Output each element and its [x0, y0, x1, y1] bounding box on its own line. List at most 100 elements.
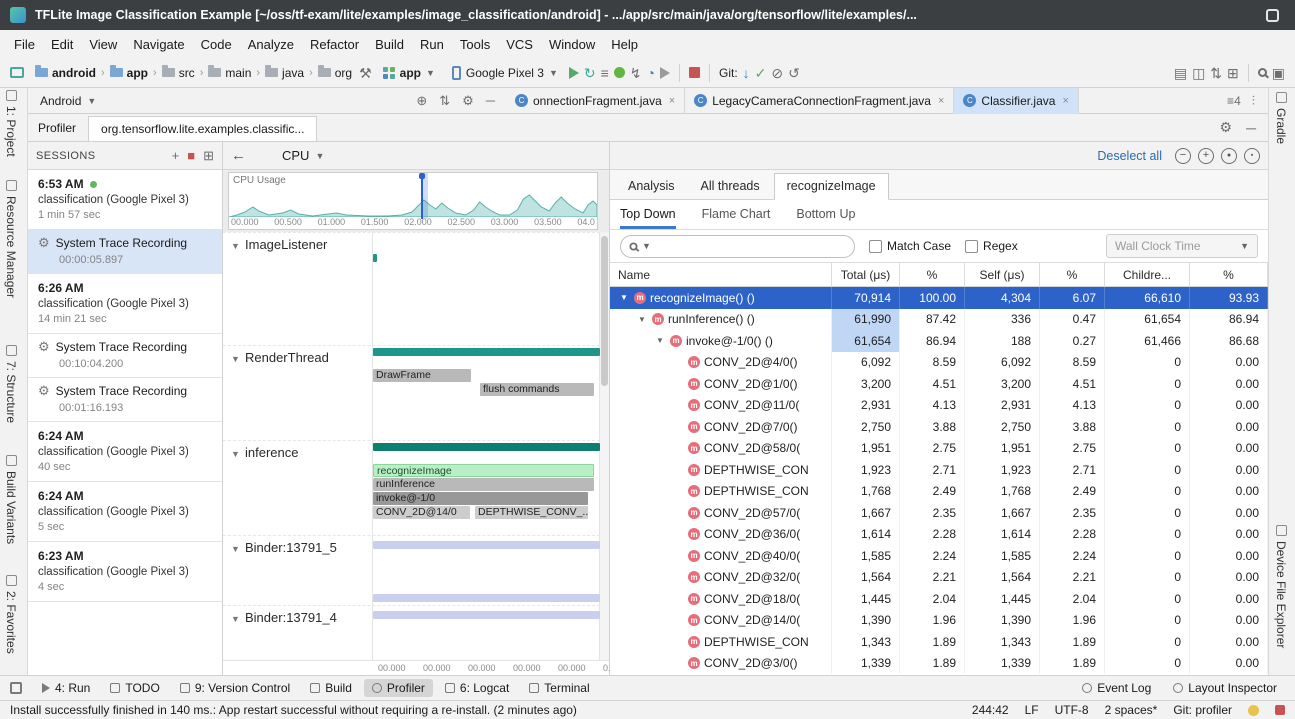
tool-window-switcher-icon[interactable]	[10, 682, 22, 694]
table-row[interactable]: mDEPTHWISE_CON1,3431.891,3431.8900.00	[610, 631, 1268, 653]
breadcrumb-app[interactable]: app	[108, 66, 150, 80]
match-case-checkbox[interactable]: Match Case	[869, 239, 951, 253]
trace-span[interactable]: DEPTHWISE_CONV_...	[475, 506, 588, 519]
selection-range[interactable]	[423, 173, 428, 219]
breadcrumb-src[interactable]: src	[160, 66, 197, 80]
project-view-selector[interactable]: Android	[40, 94, 81, 108]
layout-inspector-icon[interactable]: ◫	[1192, 66, 1205, 80]
toolwindow-6-logcat[interactable]: 6: Logcat	[437, 679, 517, 697]
menu-file[interactable]: File	[6, 33, 43, 56]
apply-changes-icon[interactable]: ↻	[584, 66, 596, 80]
git-branch[interactable]: Git: profiler	[1173, 703, 1232, 717]
device-dropdown[interactable]: Google Pixel 3 ▼	[446, 64, 564, 82]
column-header[interactable]: Name	[610, 263, 832, 286]
profiler-session-tab[interactable]: org.tensorflow.lite.examples.classific..…	[88, 116, 317, 141]
device-manager-icon[interactable]: ⇅	[1210, 66, 1222, 80]
git-update-icon[interactable]: ↓	[743, 66, 750, 80]
run-configuration-dropdown[interactable]: app ▼	[377, 64, 441, 82]
tab-recognizeimage[interactable]: recognizeImage	[774, 173, 889, 200]
cpu-usage-chart[interactable]: CPU Usage 00.00000.50001.00001.50002.000…	[228, 172, 598, 230]
scrollbar-thumb[interactable]	[601, 236, 608, 386]
stop-recording-icon[interactable]: ■	[187, 148, 195, 163]
breadcrumb-java[interactable]: java	[263, 66, 306, 80]
expander-icon[interactable]: ▼	[654, 336, 666, 345]
table-row[interactable]: ▼minvoke@-1/0() ()61,65486.941880.2761,4…	[610, 330, 1268, 352]
build-hammer-icon[interactable]: ⚒	[359, 66, 372, 80]
attach-debugger-icon[interactable]: ≡	[601, 66, 609, 80]
trace-span[interactable]: recognizeImage	[373, 464, 594, 477]
trace-span[interactable]: invoke@-1/0	[373, 492, 588, 505]
subtab-bottom-up[interactable]: Bottom Up	[796, 200, 855, 229]
reset-zoom-icon[interactable]: ●	[1221, 148, 1237, 164]
debug-button[interactable]	[614, 67, 625, 78]
clock-mode-dropdown[interactable]: Wall Clock Time ▼	[1106, 234, 1258, 258]
line-separator[interactable]: LF	[1025, 703, 1039, 717]
git-push-icon[interactable]: ⊘	[771, 66, 783, 80]
sdk-manager-icon[interactable]: ⊞	[1227, 66, 1239, 80]
table-row[interactable]: mCONV_2D@40/0(1,5852.241,5852.2400.00	[610, 545, 1268, 567]
column-header[interactable]: %	[1190, 263, 1268, 286]
table-row[interactable]: mCONV_2D@36/0(1,6142.281,6142.2800.00	[610, 524, 1268, 546]
menu-build[interactable]: Build	[367, 33, 412, 56]
thread-row[interactable]: ▼Binder:13791_5	[223, 535, 600, 605]
trace-span[interactable]: flush commands	[480, 383, 594, 396]
indent-setting[interactable]: 2 spaces*	[1105, 703, 1158, 717]
session-item[interactable]: 6:24 AMclassification (Google Pixel 3)40…	[28, 422, 222, 482]
search-everywhere-icon[interactable]	[1258, 68, 1267, 77]
table-row[interactable]: ▼mrunInference() ()61,99087.423360.4761,…	[610, 309, 1268, 331]
apply-code-changes-icon[interactable]: ↯	[630, 66, 642, 80]
status-message[interactable]: Install successfully finished in 140 ms.…	[10, 703, 577, 717]
column-header[interactable]: %	[1040, 263, 1105, 286]
subtab-flame-chart[interactable]: Flame Chart	[702, 200, 771, 229]
toolwindow-build[interactable]: Build	[302, 679, 360, 697]
tool-stripe-gradle[interactable]: Gradle	[1274, 92, 1288, 144]
hidden-tabs-icon[interactable]: ≡4	[1227, 94, 1241, 108]
recording-item[interactable]: ⚙System Trace Recording00:10:04.200	[28, 334, 222, 378]
session-item[interactable]: 6:26 AMclassification (Google Pixel 3)14…	[28, 274, 222, 334]
editor-tab[interactable]: ConnectionFragment.java×	[506, 88, 685, 114]
close-tab-icon[interactable]: ×	[1060, 95, 1068, 107]
breadcrumb-main[interactable]: main	[206, 66, 253, 80]
profile-button[interactable]: ◔	[647, 66, 655, 80]
column-header[interactable]: %	[900, 263, 965, 286]
collapse-icon[interactable]: ▼	[231, 544, 240, 554]
start-session-icon[interactable]: +	[172, 148, 180, 163]
tool-stripe-device-file-explorer[interactable]: Device File Explorer	[1274, 525, 1288, 648]
git-commit-icon[interactable]: ✓	[755, 66, 767, 80]
trace-span[interactable]	[373, 611, 600, 619]
stop-button[interactable]	[689, 67, 700, 78]
tool-stripe-2-favorites[interactable]: 2: Favorites	[4, 575, 18, 654]
thread-row[interactable]: ▼inferencerecognizeImagerunInferenceinvo…	[223, 440, 600, 535]
trace-span[interactable]: CONV_2D@14/0	[373, 506, 470, 519]
close-tab-icon[interactable]: ×	[667, 95, 675, 107]
table-row[interactable]: mDEPTHWISE_CON1,7682.491,7682.4900.00	[610, 481, 1268, 503]
collapse-icon[interactable]: ▼	[231, 614, 240, 624]
search-box[interactable]: ▼	[620, 235, 855, 258]
menu-refactor[interactable]: Refactor	[302, 33, 367, 56]
menu-view[interactable]: View	[81, 33, 125, 56]
toolwindow-9-version-control[interactable]: 9: Version Control	[172, 679, 298, 697]
session-item[interactable]: 6:23 AMclassification (Google Pixel 3)4 …	[28, 542, 222, 602]
session-item[interactable]: 6:24 AMclassification (Google Pixel 3)5 …	[28, 482, 222, 542]
editor-options-icon[interactable]: ⫶	[1249, 93, 1258, 109]
column-header[interactable]: Total (μs)	[832, 263, 900, 286]
table-row[interactable]: mCONV_2D@7/0()2,7503.882,7503.8800.00	[610, 416, 1268, 438]
error-indicator-icon[interactable]	[1275, 705, 1285, 715]
gear-icon[interactable]: ⚙	[459, 93, 477, 109]
table-row[interactable]: mCONV_2D@14/0(1,3901.961,3901.9600.00	[610, 610, 1268, 632]
expander-icon[interactable]: ▼	[636, 315, 648, 324]
tool-stripe-7-structure[interactable]: 7: Structure	[4, 345, 18, 423]
window-maximize-button[interactable]	[1266, 9, 1279, 22]
tool-stripe-1-project[interactable]: 1: Project	[4, 90, 18, 157]
recording-item[interactable]: ⚙System Trace Recording00:00:05.897	[28, 230, 222, 274]
menu-window[interactable]: Window	[541, 33, 603, 56]
table-row[interactable]: mCONV_2D@11/0(2,9314.132,9314.1300.00	[610, 395, 1268, 417]
close-tab-icon[interactable]: ×	[936, 95, 944, 107]
toolwindow-4-run[interactable]: 4: Run	[34, 679, 98, 697]
expander-icon[interactable]: ▼	[618, 293, 630, 302]
regex-checkbox[interactable]: Regex	[965, 239, 1018, 253]
session-item[interactable]: 6:53 AMclassification (Google Pixel 3)1 …	[28, 170, 222, 230]
breadcrumb-org[interactable]: org	[316, 66, 354, 80]
table-row[interactable]: mCONV_2D@1/0()3,2004.513,2004.5100.00	[610, 373, 1268, 395]
subtab-top-down[interactable]: Top Down	[620, 200, 676, 229]
